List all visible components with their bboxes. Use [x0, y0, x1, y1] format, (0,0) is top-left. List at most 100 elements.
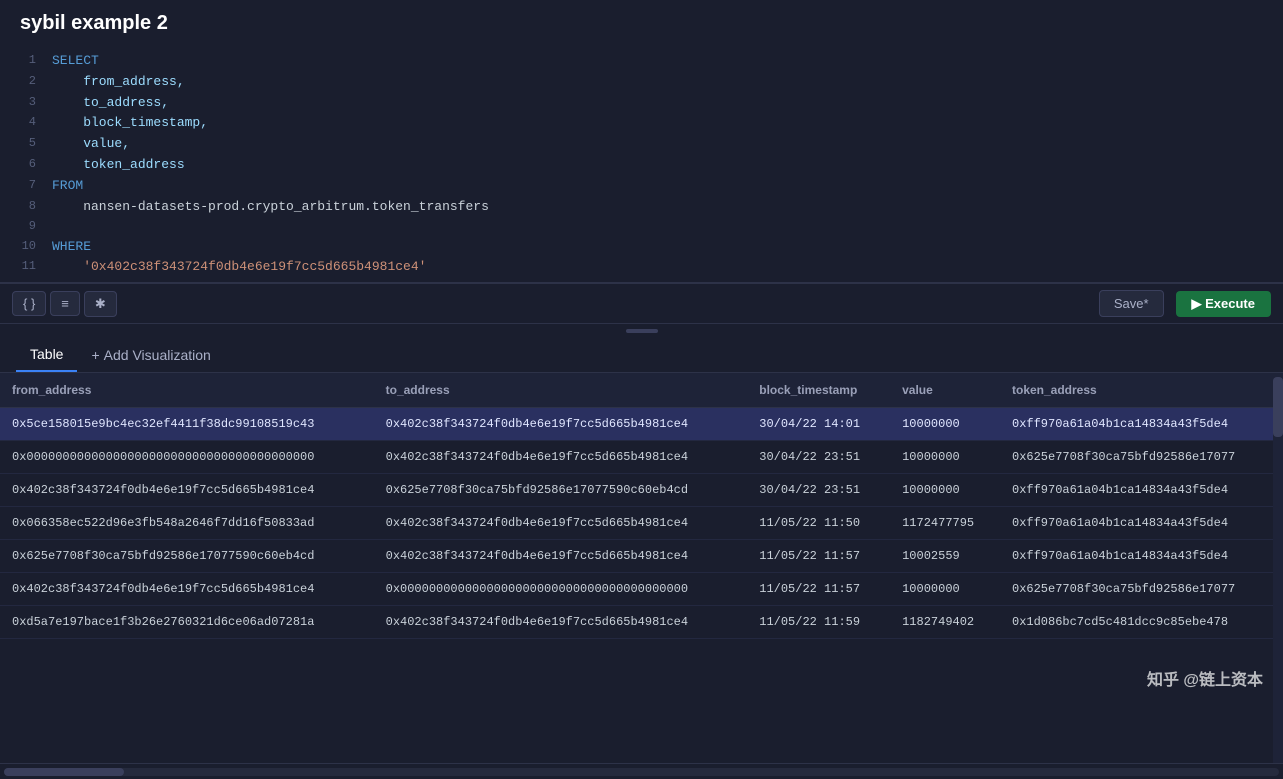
cell-token_address: 0x625e7708f30ca75bfd92586e17077: [1000, 441, 1283, 474]
add-visualization-button[interactable]: + Add Visualization: [77, 339, 224, 371]
line-num-3: 3: [8, 93, 36, 112]
cell-block_timestamp: 11/05/22 11:50: [747, 507, 890, 540]
cell-block_timestamp: 11/05/22 11:57: [747, 573, 890, 606]
cell-from_address: 0x066358ec522d96e3fb548a2646f7dd16f50833…: [0, 507, 374, 540]
save-button[interactable]: Save*: [1099, 290, 1164, 317]
cell-to_address: 0x00000000000000000000000000000000000000…: [374, 573, 748, 606]
table-row[interactable]: 0x625e7708f30ca75bfd92586e17077590c60eb4…: [0, 540, 1283, 573]
page-title: sybil example 2: [20, 12, 168, 34]
json-view-button[interactable]: { }: [12, 291, 46, 316]
cell-token_address: 0x1d086bc7cd5c481dcc9c85ebe478: [1000, 606, 1283, 639]
cell-token_address: 0xff970a61a04b1ca14834a43f5de4: [1000, 507, 1283, 540]
line-num-7: 7: [8, 176, 36, 195]
cell-to_address: 0x402c38f343724f0db4e6e19f7cc5d665b4981c…: [374, 441, 748, 474]
cell-token_address: 0xff970a61a04b1ca14834a43f5de4: [1000, 408, 1283, 441]
code-line-8: 8 nansen-datasets-prod.crypto_arbitrum.t…: [0, 197, 1283, 218]
cell-to_address: 0x625e7708f30ca75bfd92586e17077590c60eb4…: [374, 474, 748, 507]
code-text-6[interactable]: token_address: [52, 155, 185, 176]
code-line-4: 4 block_timestamp,: [0, 113, 1283, 134]
results-area: Table + Add Visualization from_address t…: [0, 338, 1283, 779]
line-num-10: 10: [8, 237, 36, 256]
cell-to_address: 0x402c38f343724f0db4e6e19f7cc5d665b4981c…: [374, 606, 748, 639]
table-header-row: from_address to_address block_timestamp …: [0, 373, 1283, 408]
code-text-3[interactable]: to_address,: [52, 93, 169, 114]
cell-from_address: 0x402c38f343724f0db4e6e19f7cc5d665b4981c…: [0, 573, 374, 606]
code-text-2[interactable]: from_address,: [52, 72, 185, 93]
add-viz-label: Add Visualization: [104, 347, 211, 363]
code-line-11: 11 '0x402c38f343724f0db4e6e19f7cc5d665b4…: [0, 257, 1283, 278]
cell-value: 10000000: [890, 474, 1000, 507]
code-text-1[interactable]: SELECT: [52, 51, 99, 72]
plus-icon: +: [91, 347, 99, 363]
table-body: 0x5ce158015e9bc4ec32ef4411f38dc99108519c…: [0, 408, 1283, 639]
table-row[interactable]: 0x402c38f343724f0db4e6e19f7cc5d665b4981c…: [0, 573, 1283, 606]
cell-token_address: 0x625e7708f30ca75bfd92586e17077: [1000, 573, 1283, 606]
drag-dots: [626, 329, 658, 333]
table-row[interactable]: 0x066358ec522d96e3fb548a2646f7dd16f50833…: [0, 507, 1283, 540]
cell-block_timestamp: 30/04/22 14:01: [747, 408, 890, 441]
list-view-button[interactable]: ≡: [50, 291, 80, 316]
code-line-6: 6 token_address: [0, 155, 1283, 176]
code-text-8[interactable]: nansen-datasets-prod.crypto_arbitrum.tok…: [52, 197, 489, 218]
code-text-11[interactable]: '0x402c38f343724f0db4e6e19f7cc5d665b4981…: [52, 257, 426, 278]
star-button[interactable]: ✱: [84, 291, 117, 317]
code-line-3: 3 to_address,: [0, 93, 1283, 114]
cell-value: 10000000: [890, 408, 1000, 441]
toolbar: { } ≡ ✱ Save* ▶ Execute: [0, 283, 1283, 324]
cell-block_timestamp: 11/05/22 11:59: [747, 606, 890, 639]
bottom-scrollbar[interactable]: [0, 763, 1283, 779]
cell-token_address: 0xff970a61a04b1ca14834a43f5de4: [1000, 474, 1283, 507]
col-token-address: token_address: [1000, 373, 1283, 408]
table-row[interactable]: 0x00000000000000000000000000000000000000…: [0, 441, 1283, 474]
cell-to_address: 0x402c38f343724f0db4e6e19f7cc5d665b4981c…: [374, 540, 748, 573]
col-from-address: from_address: [0, 373, 374, 408]
cell-value: 1182749402: [890, 606, 1000, 639]
right-scrollbar[interactable]: [1273, 373, 1283, 763]
code-line-5: 5 value,: [0, 134, 1283, 155]
code-text-4[interactable]: block_timestamp,: [52, 113, 208, 134]
code-lines: 1 SELECT 2 from_address, 3 to_address, 4…: [0, 47, 1283, 282]
code-line-2: 2 from_address,: [0, 72, 1283, 93]
line-num-8: 8: [8, 197, 36, 216]
code-line-7: 7 FROM: [0, 176, 1283, 197]
table-row[interactable]: 0xd5a7e197bace1f3b26e2760321d6ce06ad0728…: [0, 606, 1283, 639]
cell-to_address: 0x402c38f343724f0db4e6e19f7cc5d665b4981c…: [374, 507, 748, 540]
code-text-5[interactable]: value,: [52, 134, 130, 155]
cell-value: 1172477795: [890, 507, 1000, 540]
scroll-thumb: [4, 768, 124, 776]
cell-from_address: 0x625e7708f30ca75bfd92586e17077590c60eb4…: [0, 540, 374, 573]
cell-token_address: 0xff970a61a04b1ca14834a43f5de4: [1000, 540, 1283, 573]
line-num-11: 11: [8, 257, 36, 276]
cell-block_timestamp: 30/04/22 23:51: [747, 474, 890, 507]
code-line-9: 9: [0, 217, 1283, 236]
line-num-2: 2: [8, 72, 36, 91]
cell-block_timestamp: 11/05/22 11:57: [747, 540, 890, 573]
execute-button[interactable]: ▶ Execute: [1176, 291, 1271, 317]
cell-block_timestamp: 30/04/22 23:51: [747, 441, 890, 474]
drag-handle[interactable]: [0, 324, 1283, 338]
code-text-7[interactable]: FROM: [52, 176, 83, 197]
table-row[interactable]: 0x402c38f343724f0db4e6e19f7cc5d665b4981c…: [0, 474, 1283, 507]
code-line-1: 1 SELECT: [0, 51, 1283, 72]
code-editor: 1 SELECT 2 from_address, 3 to_address, 4…: [0, 47, 1283, 283]
line-num-1: 1: [8, 51, 36, 70]
right-scrollbar-thumb: [1273, 377, 1283, 437]
cell-from_address: 0x402c38f343724f0db4e6e19f7cc5d665b4981c…: [0, 474, 374, 507]
scroll-track: [4, 768, 1279, 776]
tab-table[interactable]: Table: [16, 338, 77, 372]
table-row[interactable]: 0x5ce158015e9bc4ec32ef4411f38dc99108519c…: [0, 408, 1283, 441]
line-num-9: 9: [8, 217, 36, 236]
header: sybil example 2: [0, 0, 1283, 47]
line-num-6: 6: [8, 155, 36, 174]
cell-value: 10000000: [890, 441, 1000, 474]
code-line-10: 10 WHERE: [0, 237, 1283, 258]
cell-value: 10000000: [890, 573, 1000, 606]
results-table: from_address to_address block_timestamp …: [0, 373, 1283, 639]
cell-from_address: 0x5ce158015e9bc4ec32ef4411f38dc99108519c…: [0, 408, 374, 441]
code-text-10[interactable]: WHERE: [52, 237, 91, 258]
tabs-bar: Table + Add Visualization: [0, 338, 1283, 373]
cell-from_address: 0xd5a7e197bace1f3b26e2760321d6ce06ad0728…: [0, 606, 374, 639]
table-container[interactable]: from_address to_address block_timestamp …: [0, 373, 1283, 763]
col-to-address: to_address: [374, 373, 748, 408]
cell-value: 10002559: [890, 540, 1000, 573]
